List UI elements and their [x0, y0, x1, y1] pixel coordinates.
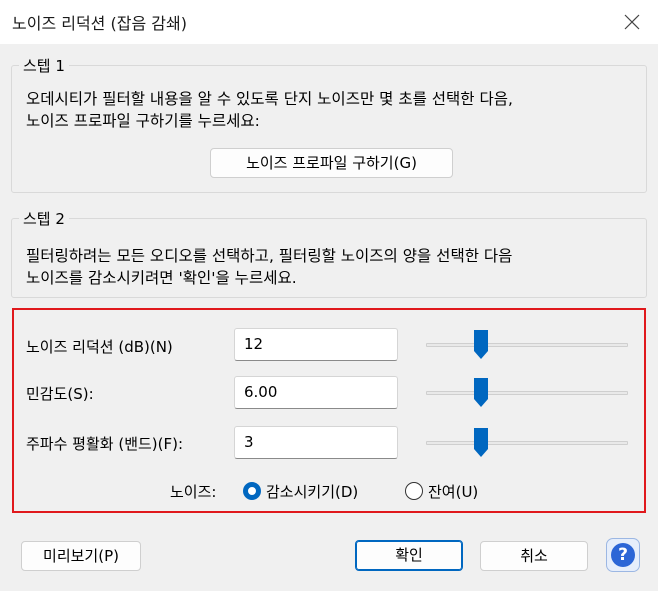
step1-legend: 스텝 1 — [19, 55, 69, 76]
frequency-smoothing-slider[interactable] — [426, 428, 628, 458]
step2-instruction-line1: 필터링하려는 모든 오디오를 선택하고, 필터링할 노이즈의 양을 선택한 다음 — [26, 247, 513, 265]
get-noise-profile-button[interactable]: 노이즈 프로파일 구하기(G) — [210, 148, 453, 178]
reduce-radio[interactable] — [243, 482, 261, 500]
help-icon: ? — [611, 543, 635, 567]
step1-group: 스텝 1 오데시티가 필터할 내용을 알 수 있도록 단지 노이즈만 몇 초를 … — [11, 55, 647, 193]
noise-reduction-slider[interactable] — [426, 330, 628, 360]
frequency-smoothing-label: 주파수 평활화 (밴드)(F): — [26, 435, 184, 453]
step2-group: 스텝 2 필터링하려는 모든 오디오를 선택하고, 필터링할 노이즈의 양을 선… — [11, 208, 647, 298]
step2-instruction-line2: 노이즈를 감소시키려면 '확인'을 누르세요. — [26, 269, 297, 287]
noise-reduction-label: 노이즈 리덕션 (dB)(N) — [26, 338, 173, 356]
slider-track — [426, 391, 628, 395]
slider-track — [426, 343, 628, 347]
sensitivity-input[interactable]: 6.00 — [234, 376, 398, 409]
step1-instruction-line2: 노이즈 프로파일 구하기를 누르세요: — [26, 112, 260, 130]
step1-instruction-line1: 오데시티가 필터할 내용을 알 수 있도록 단지 노이즈만 몇 초를 선택한 다… — [26, 90, 513, 108]
slider-thumb[interactable] — [473, 378, 488, 408]
step2-legend: 스텝 2 — [19, 208, 69, 229]
noise-mode-label: 노이즈: — [170, 483, 217, 501]
ok-button[interactable]: 확인 — [355, 540, 463, 571]
slider-thumb[interactable] — [473, 428, 488, 458]
cancel-button[interactable]: 취소 — [480, 541, 588, 571]
close-icon — [624, 14, 640, 30]
help-button[interactable]: ? — [606, 538, 640, 572]
frequency-smoothing-input[interactable]: 3 — [234, 426, 398, 459]
sensitivity-slider[interactable] — [426, 378, 628, 408]
sensitivity-label: 민감도(S): — [26, 385, 94, 403]
slider-thumb[interactable] — [473, 330, 488, 360]
residue-radio[interactable] — [405, 482, 423, 500]
preview-button[interactable]: 미리보기(P) — [21, 541, 141, 571]
reduce-radio-label[interactable]: 감소시키기(D) — [266, 481, 358, 502]
residue-radio-label[interactable]: 잔여(U) — [428, 481, 478, 502]
slider-track — [426, 441, 628, 445]
noise-reduction-input[interactable]: 12 — [234, 328, 398, 361]
title-bar: 노이즈 리덕션 (잡음 감쇄) — [0, 0, 658, 44]
close-button[interactable] — [614, 4, 650, 40]
window-title: 노이즈 리덕션 (잡음 감쇄) — [12, 14, 187, 33]
